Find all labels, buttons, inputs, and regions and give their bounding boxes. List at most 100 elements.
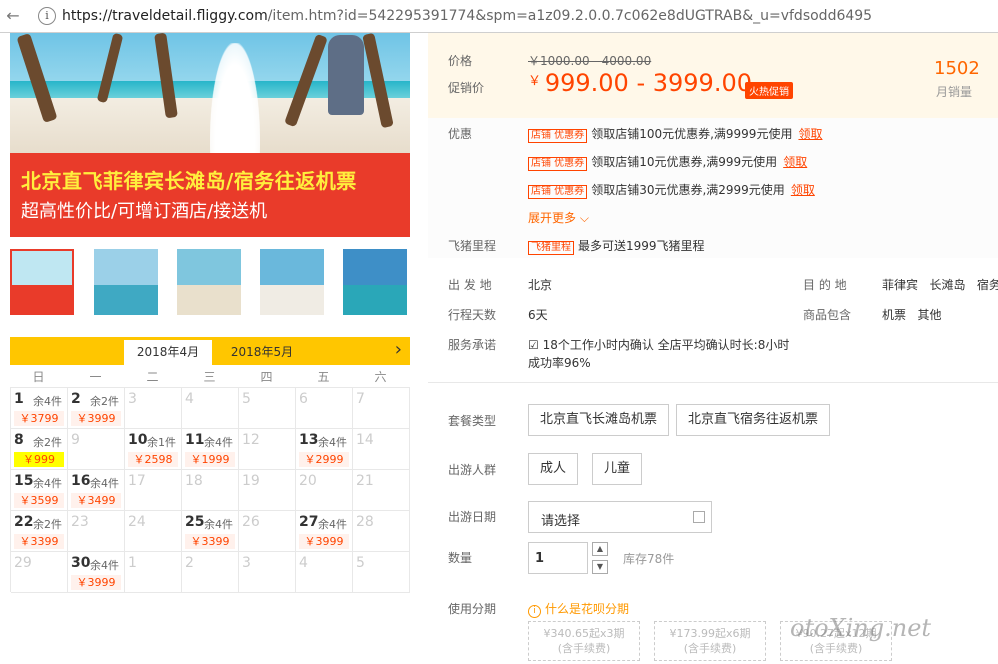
coupon-row: 店铺 优惠券 领取店铺10元优惠券,满999元使用 领取	[528, 153, 807, 171]
thumbnail-5[interactable]	[343, 249, 407, 315]
package-option-cebu[interactable]: 北京直飞宿务往返机票	[676, 404, 831, 436]
day-number: 29	[14, 555, 32, 571]
day-stock: 余4件	[204, 518, 233, 531]
day-price: ￥3599	[14, 493, 64, 508]
day-stock: 余1件	[147, 436, 176, 449]
calendar-day: 5	[353, 552, 410, 593]
day-number: 8	[14, 432, 24, 448]
traveler-child-button[interactable]: 儿童	[592, 453, 643, 485]
huabei-help-link[interactable]: i 什么是花呗分期	[528, 600, 629, 618]
day-stock: 余4件	[33, 395, 62, 408]
service-line-2: 成功率96%	[528, 356, 591, 370]
day-price: ￥3399	[14, 534, 64, 549]
day-number: 1	[14, 391, 24, 407]
info-icon[interactable]: i	[38, 7, 56, 25]
depart-value: 北京	[528, 278, 553, 292]
calendar-day-available[interactable]: 16 余4件 ￥3499	[68, 470, 125, 511]
calendar-day-available[interactable]: 25 余4件 ￥3399	[182, 511, 239, 552]
travel-date-picker[interactable]: 请选择	[528, 501, 712, 533]
promotions-panel: 优惠 店铺 优惠券 领取店铺100元优惠券,满9999元使用 领取 店铺 优惠券 领取…	[428, 118, 998, 258]
weekday-label: 六	[374, 370, 387, 384]
calendar-day-available[interactable]: 8 余2件 ￥999	[11, 429, 68, 470]
day-number: 15	[14, 473, 34, 489]
check-circle-icon: ☑	[528, 338, 539, 352]
day-price: ￥3999	[299, 534, 349, 549]
calendar-day-available[interactable]: 2 余2件 ￥3999	[68, 388, 125, 429]
calendar-day-available[interactable]: 15 余4件 ￥3599	[11, 470, 68, 511]
day-price: ￥3999	[71, 575, 121, 590]
service-line-1: ☑ 18个工作小时内确认 全店平均确认时长:8小时	[528, 338, 790, 352]
banner-title: 北京直飞菲律宾长滩岛/宿务往返机票	[21, 169, 357, 193]
calendar-day: 18	[182, 470, 239, 511]
includes-label: 商品包含	[803, 308, 852, 322]
thumbnail-3[interactable]	[177, 249, 241, 315]
calendar-icon	[693, 511, 705, 523]
calendar-day-available[interactable]: 1 余4件 ￥3799	[11, 388, 68, 429]
calendar-day: 23	[68, 511, 125, 552]
day-stock: 余2件	[33, 518, 62, 531]
package-option-boracay[interactable]: 北京直飞长滩岛机票	[528, 404, 670, 436]
coupon-row: 店铺 优惠券 领取店铺100元优惠券,满9999元使用 领取	[528, 125, 822, 143]
depart-label: 出 发 地	[448, 278, 492, 292]
quantity-input[interactable]: 1	[528, 542, 588, 574]
monthly-sales-label: 月销量	[936, 85, 973, 99]
calendar-day: 9	[68, 429, 125, 470]
day-stock: 余2件	[90, 395, 119, 408]
calendar-day: 1	[125, 552, 182, 593]
decrement-button[interactable]: ▼	[592, 560, 608, 574]
calendar-day-available[interactable]: 11 余4件 ￥1999	[182, 429, 239, 470]
calendar-day: 29	[11, 552, 68, 593]
day-number: 19	[242, 473, 260, 489]
claim-link[interactable]: 领取	[783, 155, 807, 169]
day-number: 2	[185, 555, 194, 571]
banner-subtitle: 超高性价比/可增订酒店/接送机	[21, 201, 268, 222]
calendar-day-available[interactable]: 30 余4件 ￥3999	[68, 552, 125, 593]
day-number: 6	[299, 391, 308, 407]
destination-value: 菲律宾 长滩岛 宿务	[882, 278, 998, 292]
url-field[interactable]: https://traveldetail.fliggy.com/item.htm…	[62, 8, 872, 24]
day-number: 26	[242, 514, 260, 530]
back-icon[interactable]: ←	[4, 7, 22, 25]
calendar-day: 2	[182, 552, 239, 593]
installment-option-3[interactable]: ¥340.65起x3期 (含手续费)	[528, 621, 640, 661]
traveler-adult-button[interactable]: 成人	[528, 453, 579, 485]
miles-row: 飞猪里程 最多可送1999飞猪里程	[528, 237, 705, 255]
price-panel: 价格 ￥1000.00 - 4000.00 促销价 ￥ 999.00 - 399…	[428, 33, 998, 118]
calendar-day: 26	[239, 511, 296, 552]
day-price: ￥3399	[185, 534, 235, 549]
price-label: 价格	[448, 54, 473, 68]
calendar-day: 17	[125, 470, 182, 511]
tab-april[interactable]: 2018年4月	[124, 340, 212, 365]
calendar-grid: 1 余4件 ￥3799 2 余2件 ￥3999 3 4 5 6 7 8 余2件 ￥999 9 10 余1件 ￥25…	[10, 387, 410, 593]
day-price: ￥3499	[71, 493, 121, 508]
claim-link[interactable]: 领取	[798, 127, 822, 141]
calendar-day-available[interactable]: 22 余2件 ￥3399	[11, 511, 68, 552]
tab-may[interactable]: 2018年5月	[218, 340, 306, 365]
expand-more-link[interactable]: 展开更多 ⌵	[528, 209, 589, 226]
info-circle-icon: i	[528, 605, 541, 618]
thumbnail-2[interactable]	[94, 249, 158, 315]
calendar-day-available[interactable]: 13 余4件 ￥2999	[296, 429, 353, 470]
day-number: 30	[71, 555, 91, 571]
thumbnail-1[interactable]	[10, 249, 74, 315]
day-number: 9	[71, 432, 80, 448]
days-value: 6天	[528, 308, 548, 322]
increment-button[interactable]: ▲	[592, 542, 608, 556]
day-price: ￥2999	[299, 452, 349, 467]
thumbnail-strip	[10, 249, 410, 317]
day-number: 23	[71, 514, 89, 530]
claim-link[interactable]: 领取	[791, 183, 815, 197]
calendar-day-available[interactable]: 27 余4件 ￥3999	[296, 511, 353, 552]
weekday-label: 五	[317, 370, 330, 384]
thumbnail-4[interactable]	[260, 249, 324, 315]
calendar-day: 3	[239, 552, 296, 593]
day-number: 4	[299, 555, 308, 571]
url-path: /item.htm?id=542295391774&spm=a1z09.2.0.…	[267, 8, 873, 24]
day-stock: 余2件	[33, 436, 62, 449]
calendar-day-available[interactable]: 10 余1件 ￥2598	[125, 429, 182, 470]
chevron-right-icon[interactable]: ›	[395, 339, 402, 360]
installment-option-6[interactable]: ¥173.99起x6期 (含手续费)	[654, 621, 766, 661]
day-price: ￥3999	[71, 411, 121, 426]
trip-info: 出 发 地 北京 目 的 地 菲律宾 长滩岛 宿务 行程天数 6天 商品包含 机…	[428, 258, 998, 383]
calendar-day: 4	[296, 552, 353, 593]
